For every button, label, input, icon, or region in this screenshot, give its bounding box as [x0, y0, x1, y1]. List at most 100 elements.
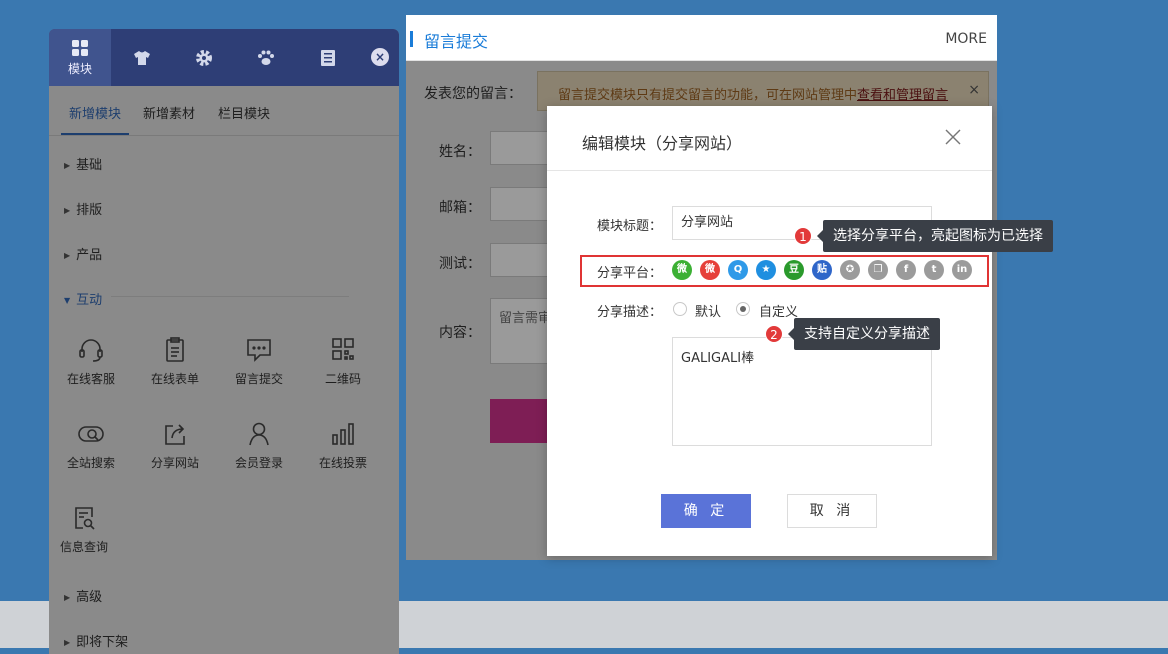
module-label: 留言提交: [234, 372, 283, 386]
tab-modules[interactable]: 模块: [49, 29, 111, 86]
module-label: 在线表单: [150, 372, 199, 386]
radio-custom-label: 自定义: [759, 305, 799, 320]
category-interaction[interactable]: ▼ 互动: [64, 289, 102, 308]
book-icon: [321, 49, 335, 66]
search-icon: [78, 426, 104, 442]
message-prompt: 发表您的留言：: [424, 86, 522, 102]
shirt-icon: [134, 50, 150, 65]
linkedin-icon[interactable]: in: [952, 260, 972, 280]
tieba-icon[interactable]: 贴: [812, 260, 832, 280]
module-info-query[interactable]: 信息查询: [49, 504, 123, 555]
bar-chart-icon: [332, 423, 354, 445]
notice-close-icon[interactable]: ×: [968, 82, 980, 98]
grid-icon: [72, 39, 88, 56]
tab-settings[interactable]: [173, 29, 235, 86]
content-textarea[interactable]: 留言需审: [490, 298, 550, 364]
step-badge-1: 1: [794, 227, 812, 245]
category-product[interactable]: ▶ 产品: [64, 244, 102, 263]
radio-default[interactable]: [673, 302, 687, 316]
subtab-column-module[interactable]: 栏目模块: [218, 103, 270, 122]
more-link[interactable]: MORE: [945, 31, 987, 47]
module-panel: 模块 × 新增模块 新增素材 栏目模块 ▶ 基础 ▶ 排版 ▶ 产品 ▼ 互动 在线客服…: [49, 29, 399, 654]
radio-default-label: 默认: [695, 305, 722, 320]
share-platform-label: 分享平台：: [597, 266, 663, 281]
module-message-submit[interactable]: 留言提交: [220, 336, 298, 387]
user-icon: [249, 422, 269, 446]
copy-icon[interactable]: ❐: [868, 260, 888, 280]
submit-button[interactable]: [490, 399, 550, 443]
confirm-button[interactable]: 确 定: [661, 494, 751, 528]
caret-right-icon: ▶: [64, 638, 71, 647]
name-input[interactable]: [490, 131, 550, 165]
caret-right-icon: ▶: [64, 251, 71, 260]
weibo-icon[interactable]: 微: [700, 260, 720, 280]
qzone-icon[interactable]: ★: [756, 260, 776, 280]
caret-right-icon: ▶: [64, 593, 71, 602]
subtab-new-material[interactable]: 新增素材: [143, 103, 195, 122]
content-label: 内容：: [439, 325, 481, 341]
caret-right-icon: ▶: [64, 161, 71, 170]
message-module-title: 留言提交: [424, 32, 489, 51]
notice-banner: 留言提交模块只有提交留言的功能，可在网站管理中查看和管理留言 ×: [537, 71, 989, 111]
category-divider: [111, 296, 349, 297]
notice-text: 留言提交模块只有提交留言的功能，可在网站管理中查看和管理留言: [558, 88, 949, 103]
share-desc-textarea[interactable]: GALIGALI棒: [672, 337, 932, 446]
dialog-title: 编辑模块（分享网站）: [582, 134, 743, 153]
headset-icon: [79, 339, 103, 362]
module-label: 二维码: [324, 372, 361, 386]
close-icon[interactable]: [944, 128, 962, 146]
module-site-search[interactable]: 全站搜索: [52, 420, 130, 471]
module-label: 在线客服: [66, 372, 115, 386]
clipboard-icon: [166, 337, 184, 362]
module-share-site[interactable]: 分享网站: [136, 420, 214, 471]
qq-icon[interactable]: Q: [728, 260, 748, 280]
tumblr-icon[interactable]: t: [924, 260, 944, 280]
name-label: 姓名：: [439, 144, 481, 160]
panel-subtabs: 新增模块 新增素材 栏目模块: [49, 86, 399, 136]
wechat-icon[interactable]: 微: [672, 260, 692, 280]
star-icon[interactable]: ✪: [840, 260, 860, 280]
module-online-form[interactable]: 在线表单: [136, 336, 214, 387]
facebook-icon[interactable]: f: [896, 260, 916, 280]
category-deprecated[interactable]: ▶ 即将下架: [64, 631, 128, 650]
test-input[interactable]: [490, 243, 550, 277]
tab-style[interactable]: [111, 29, 173, 86]
module-title-label: 模块标题：: [597, 219, 663, 234]
cancel-button[interactable]: 取 消: [787, 494, 877, 528]
paw-icon: [258, 50, 274, 65]
doc-search-icon: [75, 507, 95, 530]
dialog-divider: [547, 170, 992, 171]
module-label: 会员登录: [234, 456, 283, 470]
module-label: 全站搜索: [66, 456, 115, 470]
category-layout[interactable]: ▶ 排版: [64, 199, 102, 218]
qrcode-icon: [332, 338, 354, 360]
module-online-vote[interactable]: 在线投票: [304, 420, 382, 471]
gear-icon: [196, 49, 212, 66]
tooltip-share-desc: 支持自定义分享描述: [788, 318, 940, 350]
tab-animation[interactable]: [235, 29, 297, 86]
tab-modules-label: 模块: [67, 61, 92, 76]
subtab-new-module[interactable]: 新增模块: [69, 103, 121, 122]
panel-close-icon[interactable]: ×: [371, 48, 389, 66]
manage-messages-link[interactable]: 查看和管理留言: [857, 88, 948, 103]
category-advanced[interactable]: ▶ 高级: [64, 586, 102, 605]
category-basic[interactable]: ▶ 基础: [64, 154, 102, 173]
tooltip-share-platform: 选择分享平台，亮起图标为已选择: [817, 220, 1053, 252]
test-label: 测试：: [439, 256, 481, 272]
module-online-service[interactable]: 在线客服: [52, 336, 130, 387]
caret-down-icon: ▼: [64, 296, 71, 305]
email-label: 邮箱：: [439, 200, 481, 216]
douban-icon[interactable]: 豆: [784, 260, 804, 280]
radio-custom[interactable]: [736, 302, 750, 316]
tab-layers[interactable]: [297, 29, 359, 86]
module-label: 分享网站: [150, 456, 199, 470]
subtab-active-indicator: [61, 133, 129, 135]
email-input[interactable]: [490, 187, 550, 221]
message-icon: [247, 339, 271, 362]
module-qrcode[interactable]: 二维码: [304, 336, 382, 387]
module-member-login[interactable]: 会员登录: [220, 420, 298, 471]
module-label: 在线投票: [318, 456, 367, 470]
step-badge-2: 2: [765, 325, 783, 343]
module-label: 信息查询: [59, 540, 108, 554]
caret-right-icon: ▶: [64, 206, 71, 215]
